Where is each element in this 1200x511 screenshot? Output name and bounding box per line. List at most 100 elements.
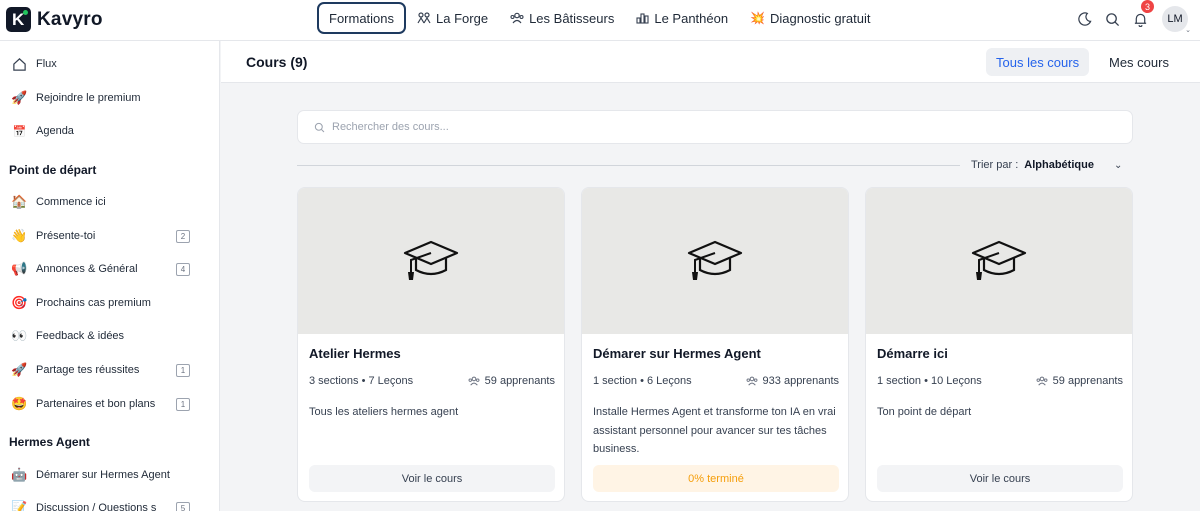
sidebar-item-demarer-hermes[interactable]: 🤖 Démarer sur Hermes Agent	[10, 464, 210, 486]
user-avatar[interactable]: LM ⌄	[1162, 6, 1191, 34]
robot-icon: 🤖	[11, 467, 28, 482]
search-icon	[314, 122, 325, 132]
graduation-cap-icon	[403, 240, 459, 280]
chevron-down-icon: ⌄	[1185, 27, 1191, 34]
sidebar-item-reussites[interactable]: 🚀 Partage tes réussites 1	[10, 359, 210, 381]
home-icon	[13, 57, 26, 71]
course-learners: 933 apprenants	[746, 375, 839, 387]
nav-diagnostic-label: Diagnostic gratuit	[770, 10, 871, 26]
course-sections: 1 section • 6 Leçons	[593, 375, 692, 387]
sidebar-item-flux[interactable]: Flux	[10, 53, 210, 75]
sidebar-item-partenaires[interactable]: 🤩 Partenaires et bon plans 1	[10, 393, 210, 415]
search-input[interactable]	[332, 121, 732, 133]
unread-count: 1	[176, 397, 190, 411]
sort-label: Trier par :	[971, 159, 1019, 171]
course-description: Ton point de départ	[877, 406, 972, 418]
main-header: Cours (9) Tous les cours Mes cours	[221, 41, 1200, 83]
sidebar-item-commence-ici[interactable]: 🏠 Commence ici	[10, 191, 210, 213]
sidebar-item-premium[interactable]: 🚀 Rejoindre le premium	[10, 87, 210, 109]
learners-count: 59 apprenants	[484, 375, 555, 387]
learners-count: 933 apprenants	[762, 375, 839, 387]
sort-control[interactable]: Trier par : Alphabétique ⌄	[971, 159, 1122, 171]
sidebar-section-title: Hermes Agent	[9, 435, 90, 449]
people-icon	[417, 12, 431, 24]
sidebar-item-discussion[interactable]: 📝 Discussion / Questions s 5	[10, 497, 210, 511]
divider	[297, 165, 960, 166]
moon-icon	[1077, 11, 1092, 26]
sidebar-item-label: Flux	[36, 58, 57, 70]
course-meta: 1 section • 10 Leçons 59 apprenants	[877, 375, 1123, 387]
sidebar-item-presente-toi[interactable]: 👋 Présente-toi 2	[10, 225, 210, 247]
course-search[interactable]	[297, 110, 1133, 144]
unread-count: 1	[176, 363, 190, 377]
group-icon	[746, 376, 758, 386]
sidebar-item-label: Feedback & idées	[36, 330, 125, 342]
course-title: Démarer sur Hermes Agent	[593, 346, 761, 361]
course-title: Démarre ici	[877, 346, 948, 361]
nav-le-pantheon[interactable]: Le Panthéon	[625, 2, 739, 34]
top-bar: K Kavyro Formations La Forge Les Bâtisse…	[0, 0, 1200, 41]
tab-my-courses[interactable]: Mes cours	[1099, 48, 1179, 76]
page-title: Cours (9)	[246, 54, 308, 70]
sidebar-item-label: Commence ici	[36, 196, 106, 208]
rocket-icon: 🚀	[11, 90, 28, 105]
avatar-initials: LM	[1167, 13, 1183, 25]
sidebar-item-agenda[interactable]: 📅 Agenda	[10, 120, 210, 142]
top-navigation: Formations La Forge Les Bâtisseurs Le Pa…	[317, 2, 881, 34]
unread-count: 2	[176, 229, 190, 243]
tab-all-courses[interactable]: Tous les cours	[986, 48, 1090, 76]
calendar-icon: 📅	[12, 125, 27, 138]
eyes-icon: 👀	[11, 328, 28, 343]
house-icon: 🏠	[11, 194, 28, 209]
course-thumbnail	[582, 188, 848, 334]
course-sections: 1 section • 10 Leçons	[877, 375, 982, 387]
course-learners: 59 apprenants	[468, 375, 555, 387]
sidebar-item-label: Partage tes réussites	[36, 364, 140, 376]
sidebar-item-label: Présente-toi	[36, 230, 96, 242]
nav-les-batisseurs[interactable]: Les Bâtisseurs	[499, 2, 625, 34]
sidebar-item-prochains-cas[interactable]: 🎯 Prochains cas premium	[10, 292, 210, 314]
course-card[interactable]: Démarer sur Hermes Agent 1 section • 6 L…	[581, 187, 849, 502]
sidebar-item-annonces[interactable]: 📢 Annonces & Général 4	[10, 258, 210, 280]
search-icon	[1105, 12, 1119, 26]
course-card[interactable]: Atelier Hermes 3 sections • 7 Leçons 59 …	[297, 187, 565, 502]
group-icon	[1036, 376, 1048, 386]
sidebar-item-feedback[interactable]: 👀 Feedback & idées	[10, 325, 210, 347]
notifications-button[interactable]: 3	[1126, 0, 1154, 35]
view-course-button[interactable]: Voir le cours	[309, 465, 555, 492]
theme-toggle-button[interactable]	[1070, 3, 1098, 35]
course-meta: 1 section • 6 Leçons 933 apprenants	[593, 375, 839, 387]
course-sections: 3 sections • 7 Leçons	[309, 375, 414, 387]
brand-name: Kavyro	[37, 8, 103, 30]
graduation-cap-icon	[971, 240, 1027, 280]
nav-la-forge[interactable]: La Forge	[406, 2, 499, 34]
bell-icon	[1134, 13, 1146, 27]
search-button[interactable]	[1098, 3, 1126, 35]
logo-dot	[23, 10, 28, 15]
nav-les-batisseurs-label: Les Bâtisseurs	[529, 10, 615, 26]
star-face-icon: 🤩	[11, 396, 28, 411]
sidebar-section-title: Point de départ	[9, 163, 97, 177]
course-description: Tous les ateliers hermes agent	[309, 406, 459, 418]
course-card[interactable]: Démarre ici 1 section • 10 Leçons 59 app…	[865, 187, 1133, 502]
notification-badge: 3	[1141, 0, 1154, 13]
group-icon	[468, 376, 480, 386]
unread-count: 5	[176, 501, 190, 511]
sort-value: Alphabétique	[1024, 159, 1094, 171]
rocket-icon: 🚀	[11, 362, 28, 377]
nav-formations[interactable]: Formations	[317, 2, 407, 34]
target-icon: 🎯	[11, 295, 28, 310]
chevron-down-icon: ⌄	[1113, 159, 1123, 171]
course-progress-button[interactable]: 0% terminé	[593, 465, 839, 492]
brand-logo[interactable]: K Kavyro	[6, 7, 103, 32]
nav-la-forge-label: La Forge	[436, 10, 489, 26]
sidebar-item-label: Partenaires et bon plans	[36, 398, 156, 410]
nav-le-pantheon-label: Le Panthéon	[654, 10, 729, 26]
nav-diagnostic-gratuit[interactable]: 💥 Diagnostic gratuit	[739, 2, 881, 34]
sparkle-icon: 💥	[750, 11, 766, 25]
course-thumbnail	[866, 188, 1132, 334]
course-learners: 59 apprenants	[1036, 375, 1123, 387]
memo-icon: 📝	[11, 500, 28, 511]
view-course-button[interactable]: Voir le cours	[877, 465, 1123, 492]
sidebar-item-label: Rejoindre le premium	[36, 92, 141, 104]
